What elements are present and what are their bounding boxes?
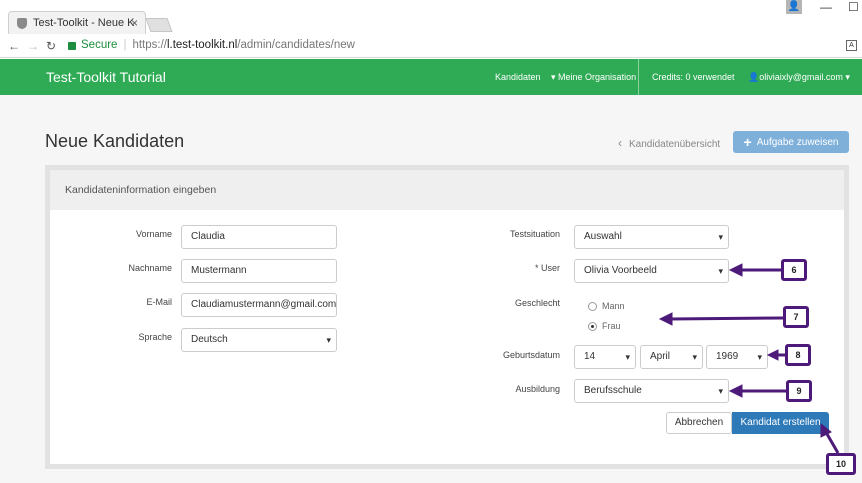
callout-9: 9 — [786, 380, 812, 402]
arrowhead-9 — [728, 384, 743, 398]
arrowhead-6 — [728, 263, 743, 277]
arrowhead-10 — [820, 422, 832, 438]
callout-arrows — [658, 263, 840, 454]
arrow-7 — [669, 316, 784, 321]
arrow-10 — [825, 433, 840, 454]
arrowhead-8 — [766, 349, 779, 361]
arrowhead-7 — [658, 312, 673, 326]
callout-10: 10 — [826, 453, 856, 475]
callout-8: 8 — [785, 344, 811, 366]
callout-7: 7 — [783, 306, 809, 328]
callout-6: 6 — [781, 259, 807, 281]
